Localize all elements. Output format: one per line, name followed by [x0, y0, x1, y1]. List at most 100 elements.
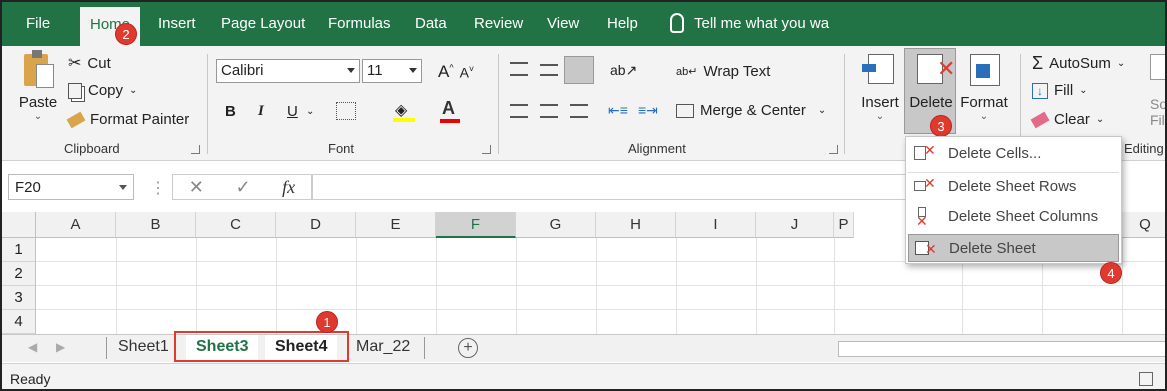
tab-help[interactable]: Help	[607, 15, 638, 32]
column-header-d[interactable]: D	[276, 212, 356, 238]
column-header-f[interactable]: F	[436, 212, 516, 238]
menu-item-delete-cells[interactable]: ✕ Delete Cells...	[908, 140, 1119, 168]
sort-filter-icon[interactable]	[1150, 54, 1165, 80]
column-header-i[interactable]: I	[676, 212, 756, 238]
italic-button[interactable]: I	[258, 103, 264, 120]
fx-icon[interactable]: fx	[282, 177, 295, 198]
grid-line	[596, 238, 597, 334]
horizontal-scrollbar[interactable]	[838, 341, 1165, 357]
cut-button[interactable]: ✂ Cut	[68, 53, 111, 73]
align-left-icon[interactable]	[510, 104, 528, 118]
select-all-corner[interactable]	[2, 212, 36, 238]
step-marker-2: 2	[115, 23, 137, 45]
wrap-text-label: Wrap Text	[703, 63, 771, 80]
font-color-icon[interactable]: A	[440, 98, 460, 123]
menu-item-delete-sheet-rows[interactable]: ✕ Delete Sheet Rows	[908, 173, 1119, 201]
formula-bar-grip[interactable]: ⋮	[150, 178, 166, 198]
column-header-b[interactable]: B	[116, 212, 196, 238]
alignment-launcher-icon[interactable]	[829, 145, 838, 154]
selected-sheets-highlight	[174, 331, 349, 362]
chevron-down-icon: ⌄	[129, 85, 138, 96]
insert-cells-button[interactable]: Insert ⌄	[858, 50, 902, 122]
formula-input[interactable]	[312, 174, 912, 200]
column-header-q[interactable]: Q	[1122, 212, 1165, 238]
delete-rows-icon: ✕	[914, 175, 936, 197]
delete-cells-button[interactable]: ✕ Delete	[906, 50, 956, 111]
align-bottom-icon[interactable]	[564, 56, 594, 84]
row-header-4[interactable]: 4	[2, 310, 36, 334]
paste-icon	[20, 50, 56, 90]
font-name-select[interactable]: Calibri	[216, 59, 360, 83]
decrease-font-icon[interactable]: A˅	[460, 64, 475, 81]
sheet-tab-mar-22[interactable]: Mar_22	[356, 335, 410, 361]
scroll-left-icon[interactable]: ◀	[28, 340, 37, 354]
align-right-icon[interactable]	[570, 104, 588, 118]
name-box-value: F20	[15, 179, 41, 196]
fill-button[interactable]: ↓ Fill ⌄	[1032, 82, 1088, 99]
tab-view[interactable]: View	[547, 15, 579, 32]
scissors-icon: ✂	[68, 55, 82, 72]
align-top-icon[interactable]	[510, 62, 528, 76]
tell-me-search[interactable]: Tell me what you wa	[670, 13, 829, 33]
chevron-down-icon[interactable]: ⌄	[306, 106, 314, 117]
bold-button[interactable]: B	[225, 103, 236, 120]
column-header-c[interactable]: C	[196, 212, 276, 238]
name-box[interactable]: F20	[8, 174, 134, 200]
fill-down-icon: ↓	[1032, 82, 1048, 99]
menu-item-label: Delete Sheet	[949, 240, 1036, 257]
cancel-icon[interactable]: ✕	[189, 177, 204, 198]
add-sheet-icon[interactable]: +	[458, 338, 478, 358]
chevron-down-icon: ⌄	[817, 105, 827, 116]
increase-indent-icon[interactable]: ≡⇥	[638, 102, 658, 119]
excel-window: File Home Insert Page Layout Formulas Da…	[0, 0, 1167, 391]
column-header-p[interactable]: P	[834, 212, 854, 238]
merge-center-icon	[676, 103, 694, 118]
tab-data[interactable]: Data	[415, 15, 447, 32]
tab-formulas[interactable]: Formulas	[328, 15, 391, 32]
tab-review[interactable]: Review	[474, 15, 523, 32]
page-layout-view-icon[interactable]	[1139, 372, 1153, 386]
format-painter-button[interactable]: Format Painter	[66, 111, 190, 128]
format-painter-label: Format Painter	[90, 111, 190, 128]
underline-button[interactable]: U	[287, 103, 298, 120]
align-center-icon[interactable]	[540, 104, 558, 118]
clear-button[interactable]: Clear ⌄	[1030, 111, 1104, 128]
tab-file[interactable]: File	[26, 15, 50, 32]
column-header-a[interactable]: A	[36, 212, 116, 238]
grid-line	[1122, 238, 1123, 334]
font-size-select[interactable]: 11	[362, 59, 422, 83]
format-cells-button[interactable]: Format ⌄	[958, 50, 1010, 122]
fill-color-icon[interactable]: ◈	[393, 100, 415, 122]
step-marker-4: 4	[1100, 262, 1122, 284]
orientation-icon[interactable]: ab↗	[610, 62, 637, 79]
align-middle-icon[interactable]	[540, 64, 558, 76]
tab-insert[interactable]: Insert	[158, 15, 196, 32]
row-header-1[interactable]: 1	[2, 238, 36, 262]
tab-page-layout[interactable]: Page Layout	[221, 15, 305, 32]
copy-button[interactable]: Copy ⌄	[68, 82, 137, 99]
column-header-h[interactable]: H	[596, 212, 676, 238]
row-header-3[interactable]: 3	[2, 286, 36, 310]
wrap-text-button[interactable]: ab↵ Wrap Text	[676, 63, 770, 80]
paste-button[interactable]: Paste ⌄	[14, 50, 62, 122]
row-header-2[interactable]: 2	[2, 262, 36, 286]
autosum-button[interactable]: Σ AutoSum ⌄	[1032, 53, 1125, 74]
increase-font-icon[interactable]: A^	[438, 62, 454, 82]
decrease-indent-icon[interactable]: ⇤≡	[608, 102, 628, 119]
divider	[207, 54, 208, 154]
font-launcher-icon[interactable]	[482, 145, 491, 154]
clipboard-launcher-icon[interactable]	[191, 145, 200, 154]
delete-cells-icon: ✕	[914, 142, 936, 164]
font-size-controls: A^ A˅	[438, 62, 474, 82]
borders-icon[interactable]	[336, 102, 356, 120]
menu-item-delete-sheet[interactable]: ✕ Delete Sheet	[908, 234, 1119, 262]
lightbulb-icon	[670, 13, 684, 33]
enter-icon[interactable]: ✓	[235, 177, 250, 198]
column-header-g[interactable]: G	[516, 212, 596, 238]
column-header-e[interactable]: E	[356, 212, 436, 238]
menu-item-delete-sheet-columns[interactable]: ✕ Delete Sheet Columns	[908, 203, 1119, 231]
merge-center-button[interactable]: Merge & Center ⌄	[676, 102, 826, 119]
column-header-j[interactable]: J	[756, 212, 834, 238]
scroll-right-icon[interactable]: ▶	[56, 340, 65, 354]
sheet-tab-sheet1[interactable]: Sheet1	[118, 335, 169, 361]
